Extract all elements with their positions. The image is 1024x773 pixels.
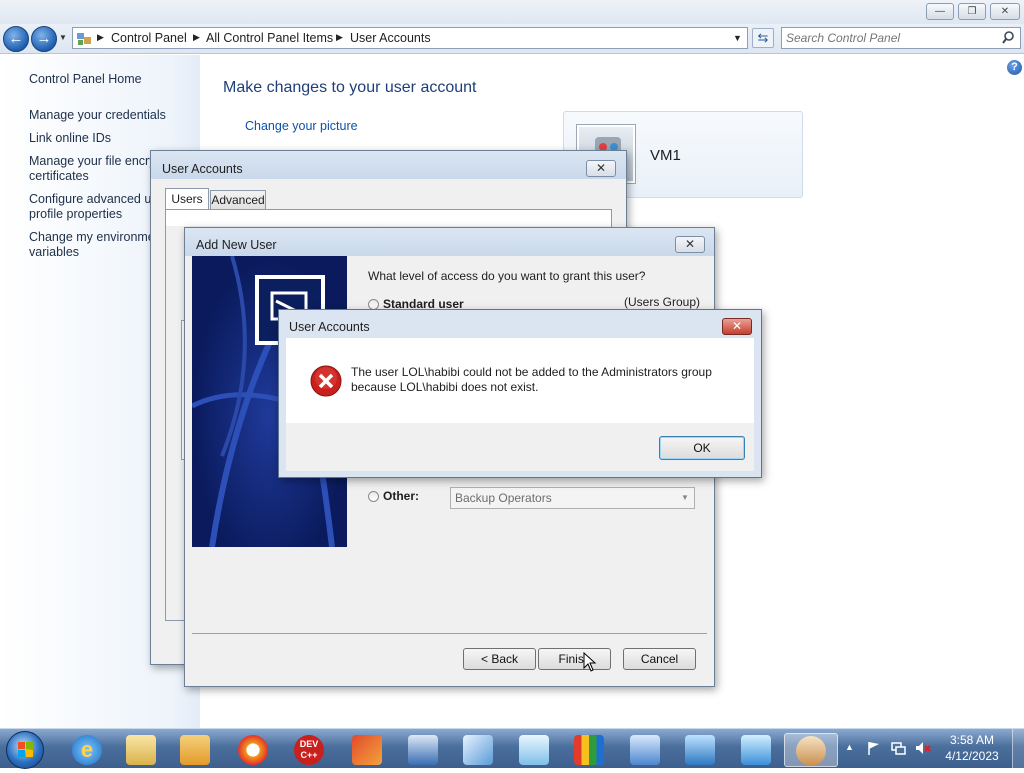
taskbar: e DEV C++ ▲ 3:58 AM 4/12/2023 <box>0 728 1024 769</box>
ccleaner-icon[interactable] <box>340 733 394 767</box>
breadcrumb-separator-icon: ▶ <box>97 32 104 42</box>
tab-users[interactable]: Users <box>165 188 209 210</box>
internet-explorer-icon[interactable]: e <box>60 733 114 767</box>
wizard-title: Add New User <box>196 238 277 252</box>
users-group-label: (Users Group) <box>624 295 701 309</box>
error-icon <box>310 365 342 397</box>
show-hidden-icons-icon[interactable]: ▲ <box>845 742 854 752</box>
restore-button[interactable]: ❐ <box>958 3 986 20</box>
finish-button[interactable]: Finish <box>538 648 611 670</box>
search-box[interactable] <box>781 27 1021 49</box>
navigation-bar: ← → ▼ ▶ Control Panel ▶ All Control Pane… <box>0 24 1024 54</box>
environment-variables-link[interactable]: Change my environme <box>29 230 155 245</box>
manage-credentials-link[interactable]: Manage your credentials <box>29 108 166 123</box>
dev-cpp-icon[interactable]: DEV C++ <box>282 733 336 767</box>
breadcrumb-all-items[interactable]: All Control Panel Items <box>206 31 333 45</box>
breadcrumb-user-accounts[interactable]: User Accounts <box>350 31 431 45</box>
user-accounts-taskbar-icon[interactable] <box>784 733 838 767</box>
arch-app-icon[interactable] <box>618 733 672 767</box>
breadcrumb-separator-icon: ▶ <box>336 32 343 42</box>
forward-arrow-icon[interactable]: → <box>31 26 57 52</box>
panel-header <box>166 210 611 226</box>
send-app-icon[interactable] <box>451 733 505 767</box>
advanced-profile-link-line2[interactable]: profile properties <box>29 207 122 222</box>
back-arrow-icon[interactable]: ← <box>3 26 29 52</box>
address-dropdown-icon[interactable]: ▼ <box>733 33 742 43</box>
screen-app-icon[interactable] <box>673 733 727 767</box>
divider <box>192 633 707 634</box>
back-button[interactable]: < Back <box>463 648 536 670</box>
ok-button[interactable]: OK <box>659 436 745 460</box>
account-name: VM1 <box>650 147 681 164</box>
security-app-icon[interactable] <box>226 733 280 767</box>
help-icon[interactable]: ? <box>1007 60 1022 75</box>
chevron-down-icon: ▼ <box>681 493 689 502</box>
other-group-value: Backup Operators <box>455 491 552 505</box>
error-message-area: The user LOL\habibi could not be added t… <box>286 338 754 423</box>
refresh-icon[interactable]: ⇆ <box>752 28 774 48</box>
cancel-button[interactable]: Cancel <box>623 648 696 670</box>
avg-antivirus-icon[interactable] <box>562 733 616 767</box>
tab-advanced[interactable]: Advanced <box>210 190 266 209</box>
environment-variables-link-line2[interactable]: variables <box>29 245 79 260</box>
window-titlebar: — ❐ ✕ <box>0 0 1024 24</box>
breadcrumb-separator-icon: ▶ <box>193 32 200 42</box>
breadcrumb-control-panel[interactable]: Control Panel <box>111 31 187 45</box>
control-panel-home-link[interactable]: Control Panel Home <box>29 72 142 87</box>
file-encryption-link-line2[interactable]: certificates <box>29 169 89 184</box>
dialog-titlebar: User Accounts <box>151 151 626 179</box>
control-panel-taskbar-icon[interactable] <box>729 733 783 767</box>
advanced-profile-link[interactable]: Configure advanced us <box>29 192 158 207</box>
address-bar[interactable]: ▶ Control Panel ▶ All Control Panel Item… <box>72 27 748 49</box>
network-icon[interactable] <box>890 740 906 756</box>
other-label[interactable]: Other: <box>383 489 419 503</box>
change-picture-link[interactable]: Change your picture <box>245 119 358 133</box>
close-button[interactable]: ✕ <box>675 236 705 253</box>
search-icon[interactable] <box>1002 30 1018 46</box>
access-question: What level of access do you want to gran… <box>368 269 646 283</box>
error-dialog-title: User Accounts <box>289 320 370 334</box>
page-title: Make changes to your user account <box>223 79 477 96</box>
file-explorer-icon[interactable] <box>114 733 168 767</box>
action-center-flag-icon[interactable] <box>866 740 882 756</box>
error-dialog: User Accounts ✕ The user LOL\habibi coul… <box>278 309 762 478</box>
recent-pages-chevron-icon[interactable]: ▼ <box>59 33 67 42</box>
other-radio[interactable] <box>368 491 379 502</box>
mouse-cursor-icon <box>583 651 597 672</box>
minimize-button[interactable]: — <box>926 3 954 20</box>
file-encryption-link[interactable]: Manage your file encry <box>29 154 155 169</box>
close-button[interactable]: ✕ <box>722 318 752 335</box>
close-button[interactable]: ✕ <box>586 160 616 177</box>
other-group-select[interactable]: Backup Operators ▼ <box>450 487 695 509</box>
media-player-icon[interactable] <box>168 733 222 767</box>
start-orb-icon[interactable] <box>6 731 44 769</box>
control-panel-icon <box>76 30 92 46</box>
error-message-line1: The user LOL\habibi could not be added t… <box>351 365 712 379</box>
close-button[interactable]: ✕ <box>990 3 1020 20</box>
error-button-area: OK <box>286 423 754 471</box>
error-message-line2: because LOL\habibi does not exist. <box>351 380 539 394</box>
wizard-titlebar: Add New User <box>185 228 714 256</box>
clock-time[interactable]: 3:58 AM <box>940 733 1004 747</box>
dialog-title: User Accounts <box>162 162 243 176</box>
volume-muted-icon[interactable] <box>914 740 932 756</box>
remote-desktop-icon[interactable] <box>396 733 450 767</box>
clock-date[interactable]: 4/12/2023 <box>940 749 1004 763</box>
link-online-ids-link[interactable]: Link online IDs <box>29 131 111 146</box>
show-desktop-button[interactable] <box>1012 729 1024 769</box>
notepad-app-icon[interactable] <box>507 733 561 767</box>
search-input[interactable] <box>784 29 996 47</box>
